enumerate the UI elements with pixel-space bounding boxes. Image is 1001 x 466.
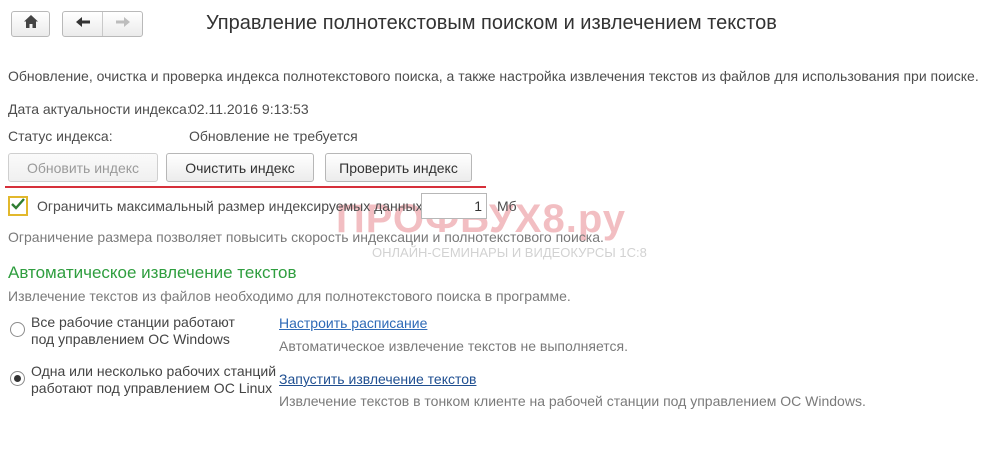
configure-schedule-link[interactable]: Настроить расписание [279,315,427,331]
arrow-left-icon [75,15,91,33]
radio-windows-label-line2: под управлением ОС Windows [31,331,230,347]
page-description: Обновление, очистка и проверка индекса п… [8,68,979,84]
limit-size-input[interactable]: 1 [421,193,487,219]
forward-button[interactable] [103,12,142,36]
option-linux-status: Извлечение текстов в тонком клиенте на р… [279,393,866,409]
radio-windows-label: Все рабочие станции работают под управле… [31,314,235,348]
checkmark-icon [11,197,25,215]
highlight-underline [5,186,486,188]
home-icon [23,14,39,34]
page-title: Управление полнотекстовым поиском и извл… [206,12,777,34]
radio-linux-label: Одна или несколько рабочих станций работ… [31,363,276,397]
update-index-button[interactable]: Обновить индекс [8,153,158,182]
clear-index-button[interactable]: Очистить индекс [166,153,314,182]
back-button[interactable] [63,12,102,36]
radio-windows-label-line1: Все рабочие станции работают [31,314,235,330]
index-status-label: Статус индекса: [8,128,113,144]
arrow-right-icon [115,15,131,33]
check-index-button[interactable]: Проверить индекс [325,153,472,182]
radio-linux-label-line1: Одна или несколько рабочих станций [31,363,277,379]
home-button[interactable] [11,11,50,37]
radio-linux-label-line2: работают под управлением ОС Linux [31,380,273,396]
radio-selected-dot [14,375,21,382]
limit-size-checkbox[interactable] [8,196,28,216]
radio-linux[interactable] [10,371,25,386]
watermark-subtitle: ОНЛАЙН-СЕМИНАРЫ И ВИДЕОКУРСЫ 1С:8 [372,245,647,260]
limit-size-hint: Ограничение размера позволяет повысить с… [8,229,604,245]
history-nav [62,11,143,37]
index-date-value: 02.11.2016 9:13:53 [189,101,309,117]
index-status-value: Обновление не требуется [189,128,358,144]
limit-size-unit: Мб [497,198,517,214]
limit-size-label: Ограничить максимальный размер индексиру… [37,198,427,214]
radio-windows[interactable] [10,322,25,337]
option-windows-status: Автоматическое извлечение текстов не вып… [279,338,629,354]
section-title-extraction: Автоматическое извлечение текстов [8,263,297,282]
extraction-hint: Извлечение текстов из файлов необходимо … [8,288,571,304]
start-extraction-link[interactable]: Запустить извлечение текстов [279,371,476,387]
index-date-label: Дата актуальности индекса: [8,101,191,117]
